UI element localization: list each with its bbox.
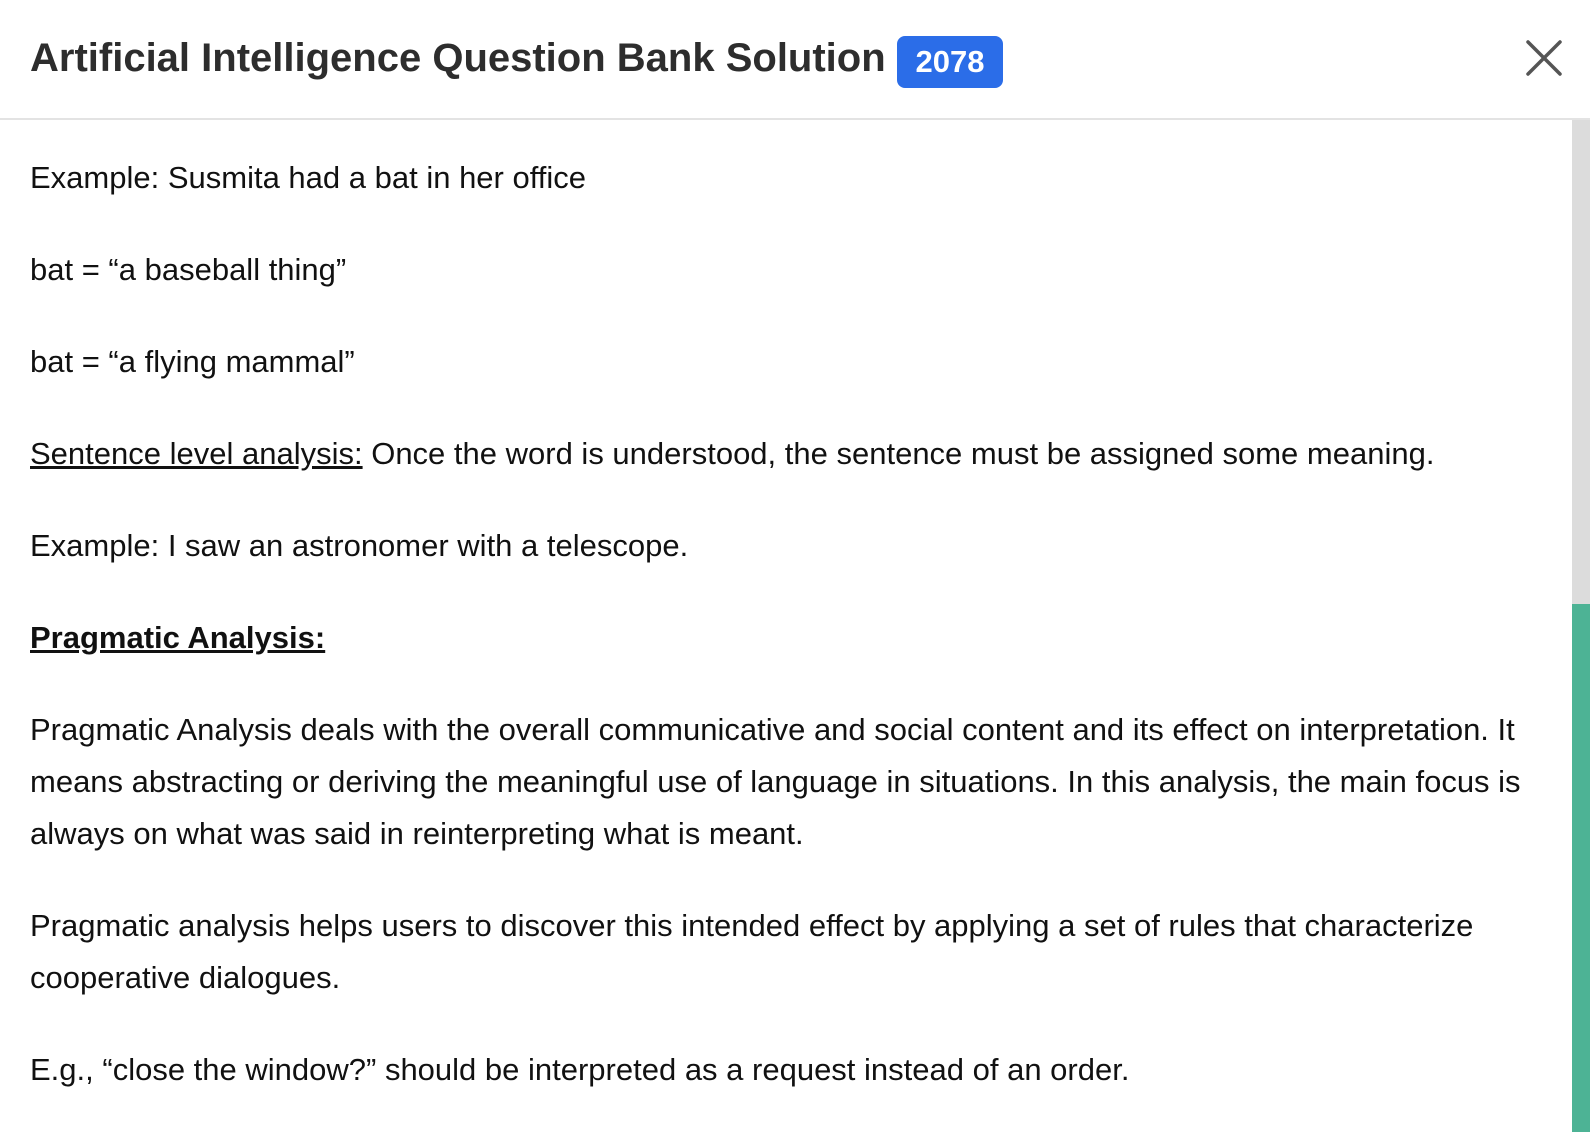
scrollbar[interactable] — [1572, 120, 1590, 1132]
pragmatic-description: Pragmatic Analysis deals with the overal… — [30, 712, 1521, 851]
sentence-level-paragraph: Sentence level analysis: Once the word i… — [30, 428, 1552, 480]
telescope-example: Example: I saw an astronomer with a tele… — [30, 528, 689, 563]
year-badge: 2078 — [897, 36, 1003, 88]
bat-meaning-2: bat = “a flying mammal” — [30, 344, 355, 379]
close-icon — [1526, 40, 1562, 76]
scrollbar-thumb[interactable] — [1572, 604, 1590, 1132]
solution-modal: Artificial Intelligence Question Bank So… — [0, 0, 1590, 1132]
pragmatic-heading-text: Pragmatic Analysis: — [30, 620, 326, 655]
sentence-level-text: Once the word is understood, the sentenc… — [362, 436, 1435, 471]
example-paragraph: Example: Susmita had a bat in her office — [30, 160, 587, 195]
pragmatic-rules-paragraph: Pragmatic analysis helps users to discov… — [30, 908, 1474, 995]
close-button[interactable] — [1524, 38, 1564, 78]
modal-title: Artificial Intelligence Question Bank So… — [30, 36, 886, 80]
bat-meaning-1: bat = “a baseball thing” — [30, 252, 347, 287]
pragmatic-example: E.g., “close the window?” should be inte… — [30, 1052, 1130, 1087]
pragmatic-heading: Pragmatic Analysis: — [30, 612, 1552, 664]
sentence-level-label: Sentence level analysis: — [30, 436, 363, 471]
solution-content: Example: Susmita had a bat in her office… — [30, 152, 1552, 1132]
modal-header: Artificial Intelligence Question Bank So… — [0, 0, 1590, 120]
